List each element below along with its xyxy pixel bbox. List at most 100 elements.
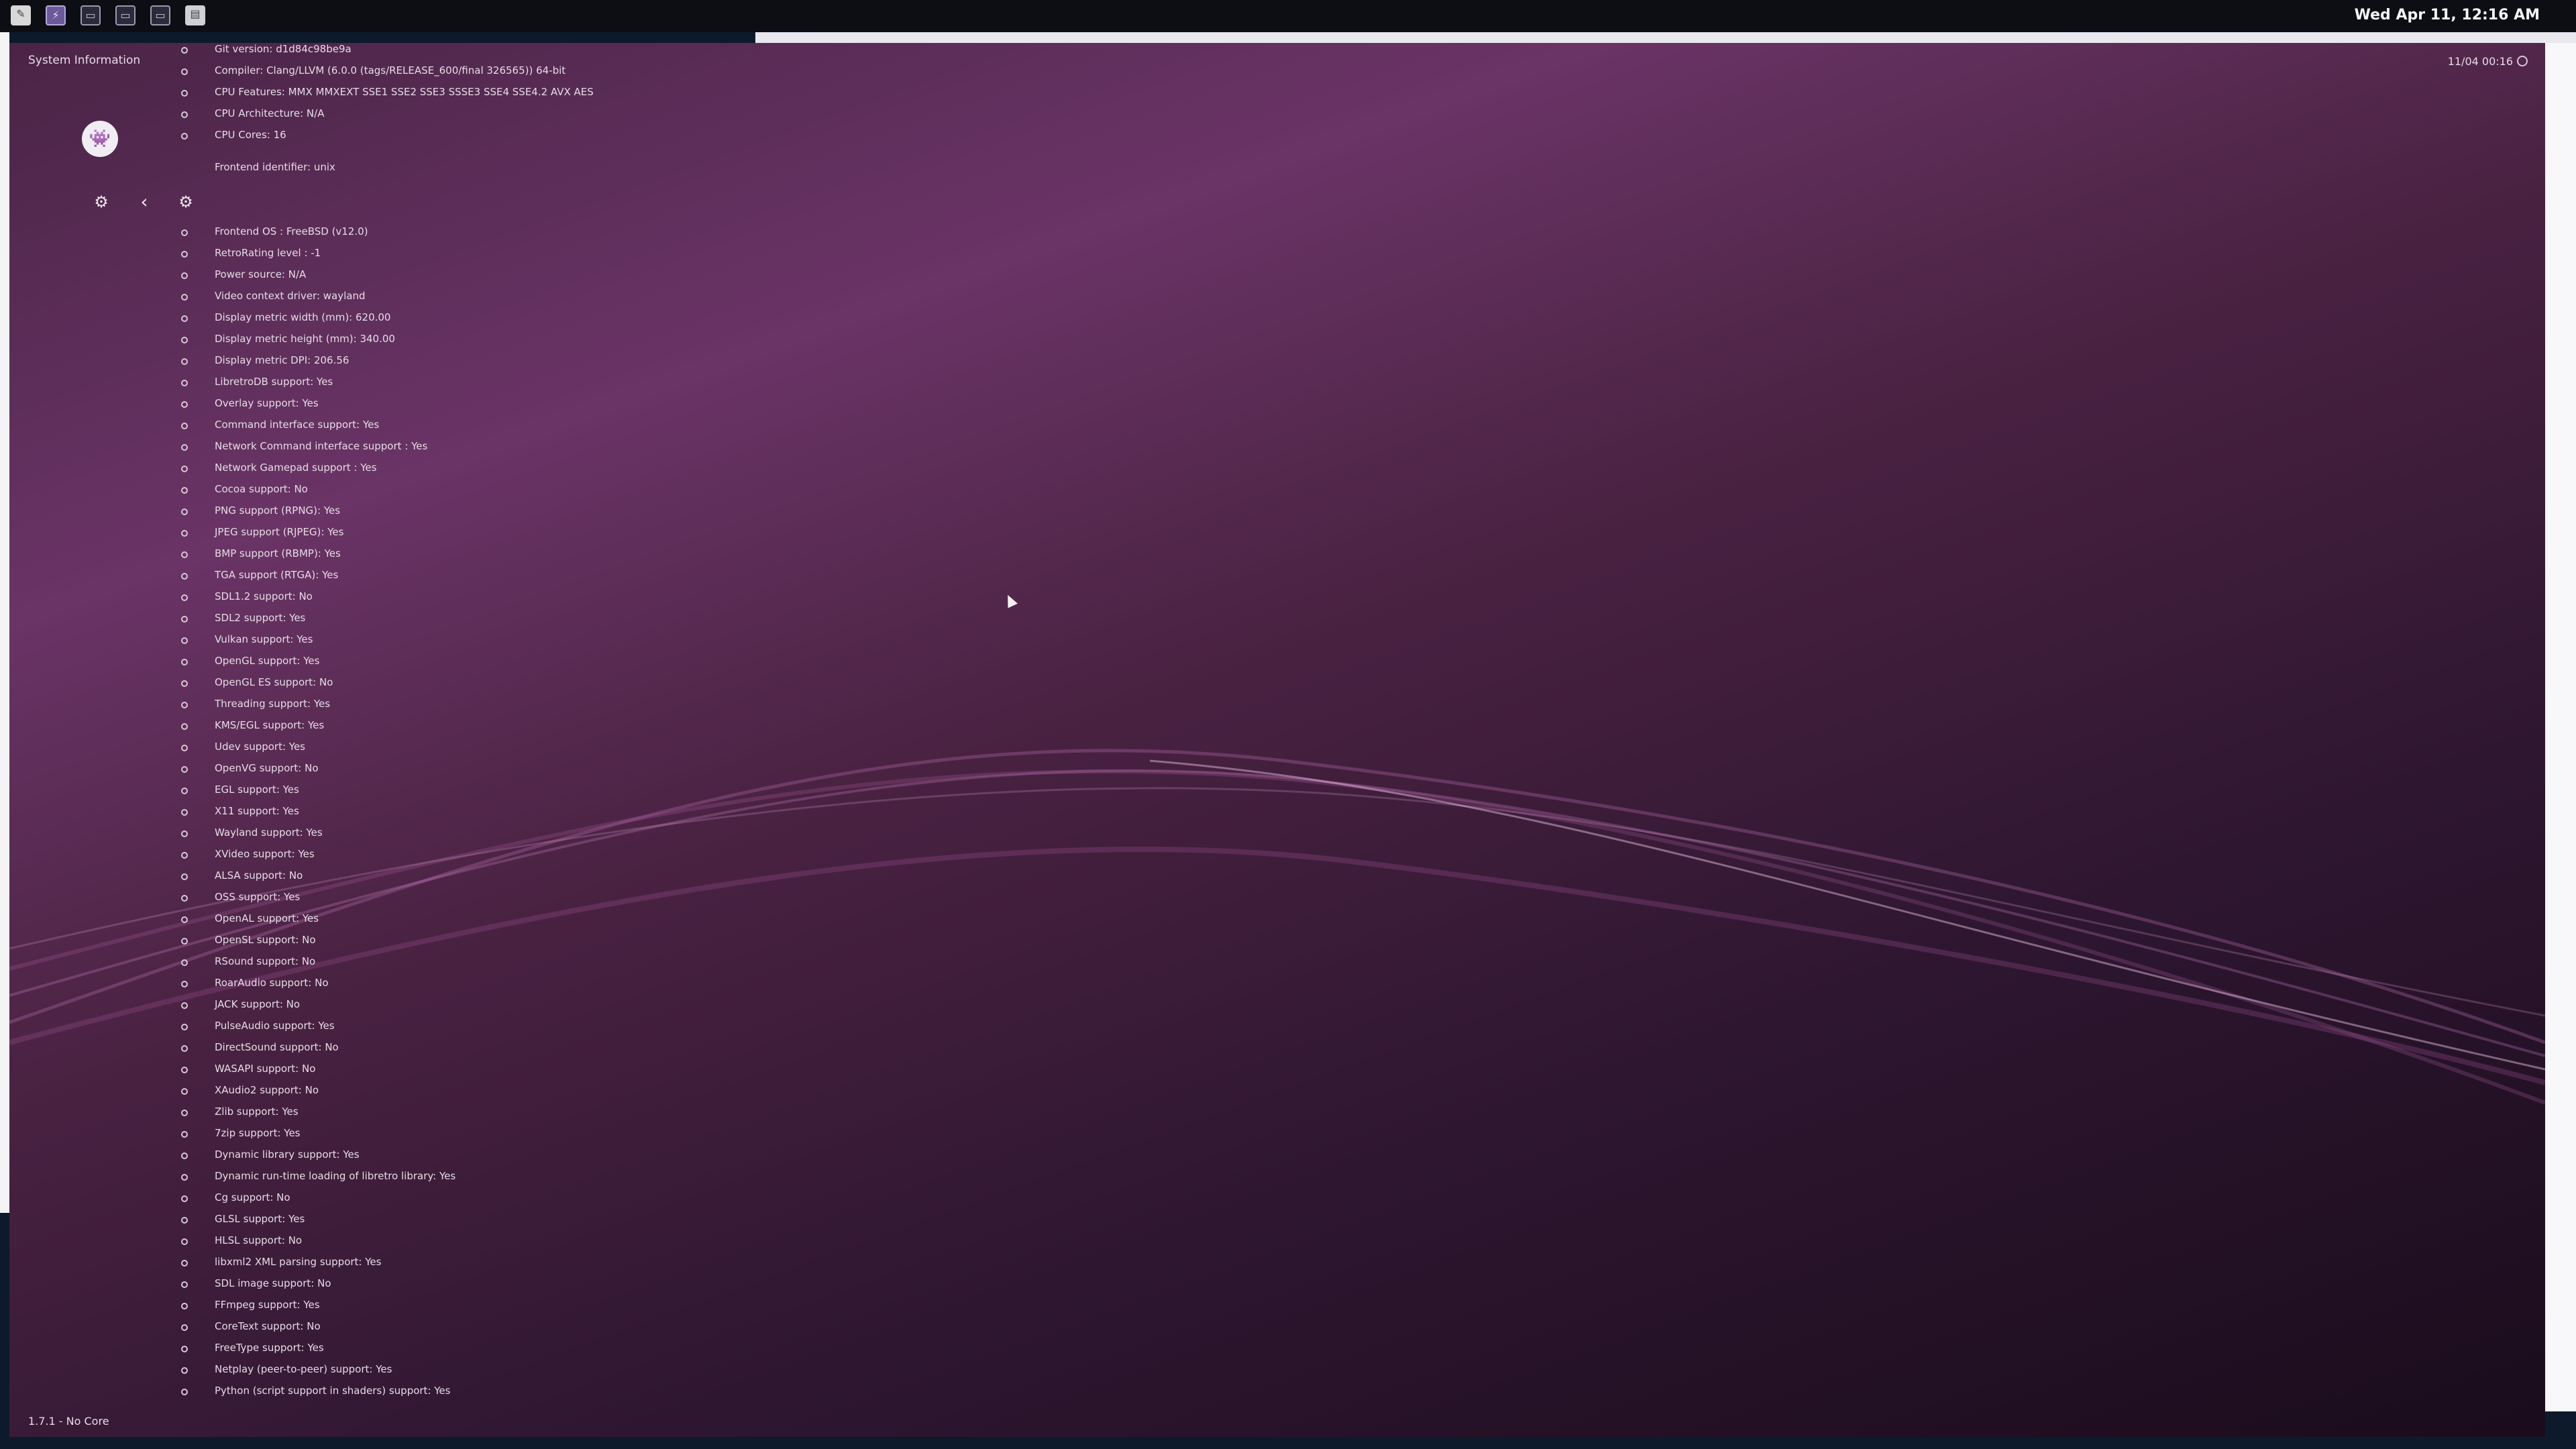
info-item[interactable]: SDL image support: No [9,1273,949,1295]
info-item[interactable]: OpenVG support: No [9,758,949,780]
info-item[interactable]: EGL support: Yes [9,780,949,801]
info-item-label: Wayland support: Yes [215,826,323,839]
bullet-icon [181,616,188,623]
info-item[interactable]: KMS/EGL support: Yes [9,715,949,737]
info-item[interactable]: Network Gamepad support : Yes [9,458,949,479]
info-item[interactable]: OpenAL support: Yes [9,908,949,930]
info-item[interactable]: X11 support: Yes [9,801,949,822]
bullet-icon [181,809,188,816]
info-item-label: Compiler: Clang/LLVM (6.0.0 (tags/RELEAS… [215,64,566,76]
info-item-label: Git version: d1d84c98be9a [215,43,352,55]
info-item[interactable]: Command interface support: Yes [9,415,949,436]
info-item[interactable]: CPU Features: MMX MMXEXT SSE1 SSE2 SSE3 … [9,82,949,103]
info-item[interactable]: OSS support: Yes [9,887,949,908]
info-item-label: Overlay support: Yes [215,397,319,409]
info-item[interactable]: Wayland support: Yes [9,822,949,844]
settings-gear-icon[interactable]: ⚙ [174,191,197,213]
info-item[interactable]: Dynamic run-time loading of libretro lib… [9,1166,949,1187]
info-item[interactable]: Frontend OS : FreeBSD (v12.0) [9,221,949,243]
info-item[interactable]: Compiler: Clang/LLVM (6.0.0 (tags/RELEAS… [9,60,949,82]
info-item[interactable]: Threading support: Yes [9,694,949,715]
info-item-selected[interactable]: Frontend identifier: unix [9,157,949,178]
terminal-icon[interactable]: ▭ [150,5,170,25]
info-item[interactable]: Netplay (peer-to-peer) support: Yes [9,1359,949,1381]
info-item-label: OpenSL support: No [215,934,316,946]
bullet-icon [181,1238,188,1245]
info-item-label: WASAPI support: No [215,1063,316,1075]
info-item[interactable]: FFmpeg support: Yes [9,1295,949,1316]
bullet-icon [181,47,188,54]
taskbar: ✎ ⚡ ▭ ▭ ▭ ▤ Wed Apr 11, 12:16 AM [0,0,2576,32]
header-clock-text: 11/04 00:16 [2447,55,2513,68]
bullet-icon [181,1131,188,1138]
info-item[interactable]: Overlay support: Yes [9,393,949,415]
info-item[interactable]: LibretroDB support: Yes [9,372,949,393]
info-item-label: OpenAL support: Yes [215,912,319,924]
info-item[interactable]: Cocoa support: No [9,479,949,500]
info-item[interactable]: Python (script support in shaders) suppo… [9,1381,949,1402]
info-item[interactable]: PNG support (RPNG): Yes [9,500,949,522]
info-item-label: CPU Cores: 16 [215,129,286,141]
info-item-label: SDL1.2 support: No [215,590,313,602]
info-item[interactable]: Udev support: Yes [9,737,949,758]
info-item[interactable]: CPU Cores: 16 [9,125,949,146]
taskbar-clock[interactable]: Wed Apr 11, 12:16 AM [2355,7,2540,23]
info-item[interactable]: Dynamic library support: Yes [9,1144,949,1166]
info-item[interactable]: DirectSound support: No [9,1037,949,1059]
info-item[interactable]: Zlib support: Yes [9,1102,949,1123]
info-item[interactable]: WASAPI support: No [9,1059,949,1080]
info-item[interactable]: ALSA support: No [9,865,949,887]
app-launcher-icon[interactable]: ⚡ [46,5,66,25]
bullet-icon [181,573,188,580]
info-item[interactable]: OpenGL ES support: No [9,672,949,694]
info-item[interactable]: Vulkan support: Yes [9,629,949,651]
info-item[interactable]: CoreText support: No [9,1316,949,1338]
info-item[interactable]: XVideo support: Yes [9,844,949,865]
info-item[interactable]: OpenSL support: No [9,930,949,951]
text-editor-icon[interactable]: ✎ [11,5,31,25]
info-item[interactable]: Cg support: No [9,1187,949,1209]
info-item[interactable]: OpenGL support: Yes [9,651,949,672]
bullet-icon [181,830,188,837]
info-item[interactable]: SDL1.2 support: No [9,586,949,608]
file-manager-icon[interactable]: ▤ [185,5,205,25]
info-item[interactable]: libxml2 XML parsing support: Yes [9,1252,949,1273]
info-item[interactable]: XAudio2 support: No [9,1080,949,1102]
info-item[interactable]: FreeType support: Yes [9,1338,949,1359]
info-item[interactable]: Display metric DPI: 206.56 [9,350,949,372]
terminal-icon[interactable]: ▭ [80,5,101,25]
info-item[interactable]: Git version: d1d84c98be9a [9,43,949,60]
info-item[interactable]: SDL2 support: Yes [9,608,949,629]
info-item[interactable]: Network Command interface support : Yes [9,436,949,458]
info-item[interactable]: Power source: N/A [9,264,949,286]
info-item[interactable]: JACK support: No [9,994,949,1016]
info-item[interactable]: RSound support: No [9,951,949,973]
info-item[interactable]: BMP support (RBMP): Yes [9,543,949,565]
info-item-label: Display metric width (mm): 620.00 [215,311,391,323]
info-item[interactable]: Display metric height (mm): 340.00 [9,329,949,350]
info-item-label: OpenVG support: No [215,762,319,774]
info-item[interactable]: JPEG support (RJPEG): Yes [9,522,949,543]
info-item[interactable]: GLSL support: Yes [9,1209,949,1230]
bullet-icon [181,1260,188,1267]
info-item-label: Display metric height (mm): 340.00 [215,333,395,345]
bullet-icon [181,1195,188,1202]
bullet-icon [181,938,188,945]
info-item[interactable]: HLSL support: No [9,1230,949,1252]
info-item-label: PNG support (RPNG): Yes [215,504,341,517]
info-item[interactable]: TGA support (RTGA): Yes [9,565,949,586]
settings-gear-icon[interactable]: ⚙ [90,191,113,213]
bullet-icon [181,1045,188,1052]
info-item[interactable]: PulseAudio support: Yes [9,1016,949,1037]
back-chevron-icon[interactable]: ‹ [133,191,156,213]
terminal-icon[interactable]: ▭ [115,5,136,25]
info-item[interactable]: RoarAudio support: No [9,973,949,994]
bullet-icon [181,111,188,118]
info-item[interactable]: Video context driver: wayland [9,286,949,307]
info-item[interactable]: CPU Architecture: N/A [9,103,949,125]
info-item[interactable]: 7zip support: Yes [9,1123,949,1144]
bullet-icon [181,1346,188,1352]
info-item[interactable]: RetroRating level : -1 [9,243,949,264]
bullet-icon [181,723,188,730]
info-item[interactable]: Display metric width (mm): 620.00 [9,307,949,329]
